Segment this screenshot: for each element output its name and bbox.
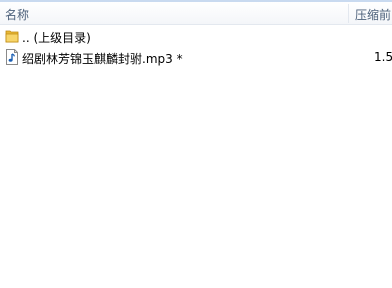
audio-file-icon [5, 49, 19, 65]
list-item-mp3-file[interactable]: 绍剧林芳锦玉麒麟封驸.mp3 * 1.5 [0, 48, 392, 68]
list-item-label: 绍剧林芳锦玉麒麟封驸.mp3 * [22, 52, 183, 66]
column-header-name[interactable]: 名称 [5, 6, 29, 23]
column-divider[interactable] [348, 4, 349, 23]
list-item-parent-dir[interactable]: .. (上级目录) [0, 27, 392, 47]
column-header-packed-size[interactable]: 压缩前 [355, 6, 391, 23]
list-item-label: .. (上级目录) [22, 31, 91, 45]
list-item-size: 1.5 [374, 50, 392, 64]
column-header: 名称 压缩前 [0, 2, 392, 25]
folder-icon [5, 28, 19, 44]
